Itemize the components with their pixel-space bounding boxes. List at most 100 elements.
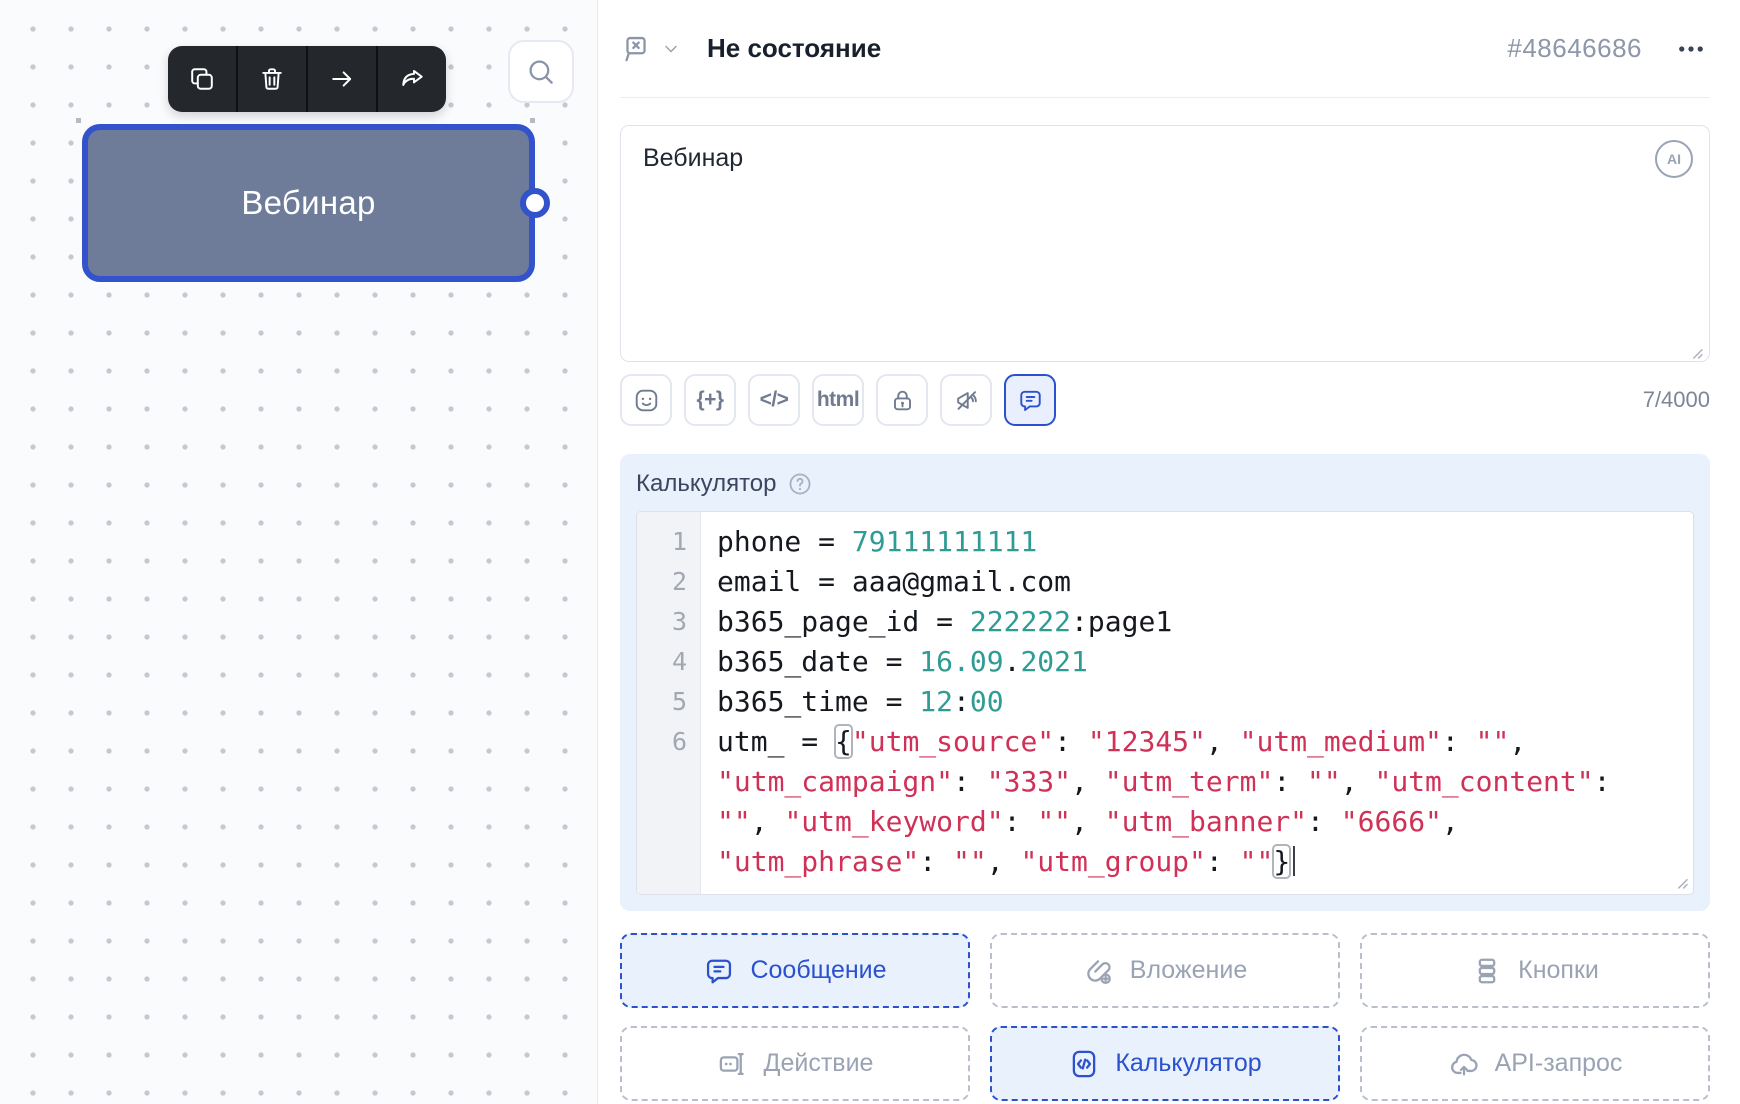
app: Вебинар Не состояние #48646686 Вебинар A… (0, 0, 1740, 1104)
mute-button[interactable] (940, 374, 992, 426)
code-token-plain: : (953, 765, 987, 798)
mute-icon (953, 387, 980, 414)
share-node-button[interactable] (376, 46, 446, 112)
block-button-buttons[interactable]: Кнопки (1360, 933, 1710, 1008)
comment-button[interactable] (1004, 374, 1056, 426)
code-line: b365_date = 16.09.2021 (701, 642, 1693, 682)
delete-node-button[interactable] (236, 46, 306, 112)
calculator-card: Калькулятор 1 phone = 79111111111 2 email =… (620, 454, 1710, 911)
code-grid: 1 phone = 79111111111 2 email = aaa@gmail.c… (637, 512, 1693, 894)
block-type-buttons: Сообщение Вложение Кнопки Действие Калькулят… (620, 933, 1710, 1101)
line-number: 4 (637, 642, 701, 682)
code-token-plain: , (1509, 725, 1527, 758)
calculator-icon (1068, 1048, 1100, 1080)
block-button-attachment[interactable]: Вложение (990, 933, 1340, 1008)
code-token-str: "" (1239, 845, 1274, 878)
code-token-plain: , (1071, 805, 1105, 838)
code-line: "utm_campaign": "333", "utm_term": "", "… (701, 762, 1693, 802)
insert-code-label: </> (759, 388, 789, 411)
insert-variable-label: {+} (696, 388, 724, 411)
block-button-label: Кнопки (1518, 956, 1599, 984)
line-number (637, 762, 701, 802)
line-number (637, 802, 701, 842)
code-token-plain: , (1071, 765, 1105, 798)
code-token-str: "utm_term" (1104, 765, 1274, 798)
textarea-resize-grip[interactable] (1687, 339, 1705, 359)
code-token-plain: : (1307, 805, 1341, 838)
insert-code-button[interactable]: </> (748, 374, 800, 426)
flow-canvas[interactable]: Вебинар (0, 0, 598, 1104)
ai-assistant-button[interactable]: AI (1655, 140, 1693, 178)
line-number: 1 (637, 512, 701, 562)
html-mode-button[interactable]: html (812, 374, 864, 426)
help-button[interactable] (787, 471, 813, 497)
panel-header: Не состояние #48646686 (620, 0, 1710, 98)
code-token-str: "" (1475, 725, 1510, 758)
code-token-plain: : (1054, 725, 1088, 758)
node-id-badge: #48646686 (1507, 33, 1642, 63)
code-line: utm_ = {"utm_source": "12345", "utm_medi… (701, 722, 1693, 762)
node-toolbar (168, 46, 446, 112)
move-node-button[interactable] (306, 46, 376, 112)
code-token-plain: , (986, 845, 1021, 878)
attachment-icon (1083, 955, 1115, 987)
duplicate-node-button[interactable] (168, 46, 236, 112)
code-token-plain: email = aaa@gmail.com (717, 565, 1072, 598)
code-token-num: 12 (919, 685, 954, 718)
code-token-str: "utm_keyword" (784, 805, 1004, 838)
code-token-str: "" (717, 805, 751, 838)
arrow-right-icon (328, 65, 356, 93)
code-token-plain: : (953, 685, 970, 718)
code-line: "", "utm_keyword": "", "utm_banner": "66… (701, 802, 1693, 842)
html-mode-label: html (816, 388, 860, 411)
calculator-code-editor[interactable]: 1 phone = 79111111111 2 email = aaa@gmail.c… (636, 511, 1694, 895)
lock-button[interactable] (876, 374, 928, 426)
emoji-button[interactable] (620, 374, 672, 426)
line-number: 3 (637, 602, 701, 642)
code-token-plain: : (919, 845, 954, 878)
message-text-input[interactable]: Вебинар AI (620, 125, 1710, 362)
code-token-plain: : (1205, 845, 1240, 878)
line-number: 2 (637, 562, 701, 602)
block-button-label: API-запрос (1494, 1049, 1623, 1077)
node-output-port[interactable] (520, 188, 550, 218)
block-button-action[interactable]: Действие (620, 1026, 970, 1101)
action-icon (717, 1048, 749, 1080)
code-token-plain: : (1003, 805, 1038, 838)
node-resize-handle[interactable] (76, 118, 81, 123)
code-token-str: "" (1037, 805, 1072, 838)
canvas-search-button[interactable] (508, 40, 574, 103)
block-button-message[interactable]: Сообщение (620, 933, 970, 1008)
emoji-icon (633, 387, 660, 414)
editor-panel: Не состояние #48646686 Вебинар AI {+} </>… (598, 0, 1740, 1104)
state-flag-icon[interactable] (620, 33, 652, 65)
node-resize-handle[interactable] (530, 118, 535, 123)
flow-node-webinar[interactable]: Вебинар (82, 124, 535, 282)
code-token-num: 79111111111 (851, 525, 1038, 558)
block-button-api[interactable]: API-запрос (1360, 1026, 1710, 1101)
message-toolbar: {+} </> html 7/4000 (620, 374, 1710, 426)
chevron-down-icon[interactable] (661, 39, 681, 59)
char-counter: 7/4000 (1642, 387, 1710, 412)
block-button-calculator[interactable]: Калькулятор (990, 1026, 1340, 1101)
dots-menu-icon (1676, 34, 1706, 64)
code-token-str: "333" (986, 765, 1072, 798)
calculator-label: Калькулятор (636, 470, 777, 497)
insert-variable-button[interactable]: {+} (684, 374, 736, 426)
share-icon (398, 65, 426, 93)
code-token-str: "" (1307, 765, 1341, 798)
node-label: Вебинар (241, 184, 376, 221)
code-token-plain: : (1273, 765, 1308, 798)
more-menu-button[interactable] (1672, 30, 1710, 68)
block-button-label: Действие (763, 1049, 874, 1077)
code-token-plain: , (750, 805, 785, 838)
block-button-label: Калькулятор (1115, 1049, 1262, 1077)
code-token-plain: : (1441, 725, 1476, 758)
code-token-plain: , (1205, 725, 1240, 758)
code-token-plain: b365_time = (717, 685, 920, 718)
code-token-num: 2021 (1020, 645, 1088, 678)
code-line: b365_time = 12:00 (701, 682, 1693, 722)
block-button-label: Вложение (1129, 956, 1248, 984)
editor-resize-grip[interactable] (1672, 873, 1690, 891)
code-token-str: "utm_phrase" (717, 845, 920, 878)
